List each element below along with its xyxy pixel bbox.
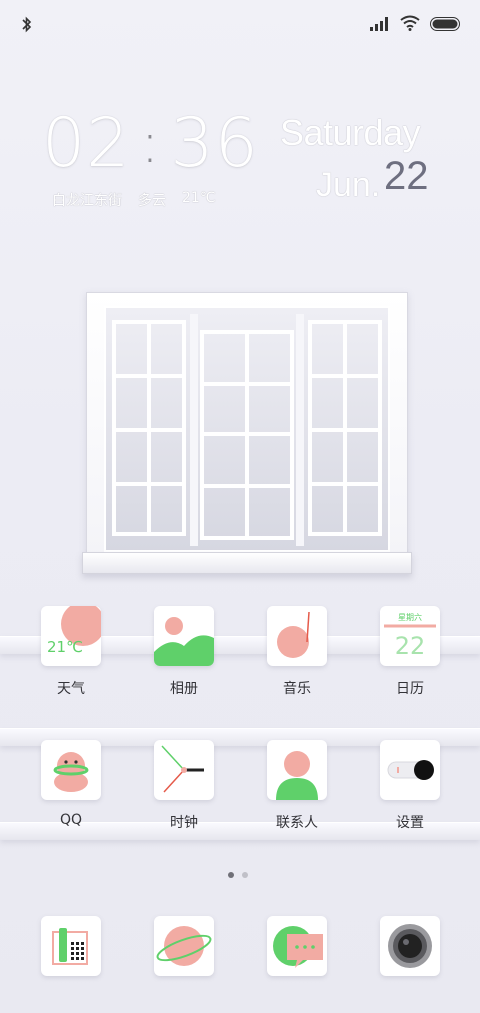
clock-colon: : <box>140 110 161 176</box>
contacts-icon[interactable] <box>267 740 327 800</box>
app-settings[interactable]: 设置 <box>370 740 450 832</box>
app-clock[interactable]: 时钟 <box>144 740 224 832</box>
page-indicator <box>228 872 248 878</box>
page-dot-2[interactable] <box>242 872 248 878</box>
app-label-qq: QQ <box>59 812 83 828</box>
location-text: 白龙江东街 <box>52 193 122 209</box>
window-sill <box>82 552 412 574</box>
clock-hours: 02 <box>42 103 131 183</box>
weather-text: 多云 <box>138 193 166 209</box>
app-label-contacts: 联系人 <box>276 815 318 831</box>
clock-time[interactable]: 02 : 36 <box>42 98 258 188</box>
app-label-settings: 设置 <box>396 815 424 831</box>
camera-icon[interactable] <box>380 916 440 976</box>
settings-icon[interactable] <box>380 740 440 800</box>
browser-icon[interactable] <box>154 916 214 976</box>
weather-icon-text: 21℃ <box>47 638 83 656</box>
app-label-weather: 天气 <box>57 681 85 697</box>
dock-messages[interactable] <box>257 916 337 976</box>
page-dot-1[interactable] <box>228 872 234 878</box>
music-icon[interactable] <box>267 606 327 666</box>
bluetooth-icon <box>20 14 36 36</box>
phone-icon[interactable] <box>41 916 101 976</box>
battery-icon <box>430 16 460 35</box>
weekday-text: Saturday <box>280 112 421 153</box>
gallery-icon[interactable] <box>154 606 214 666</box>
app-qq[interactable]: QQ <box>31 740 111 828</box>
day-number: 22 <box>384 154 429 198</box>
clock-minutes: 36 <box>170 103 259 183</box>
messages-icon[interactable] <box>267 916 327 976</box>
app-label-gallery: 相册 <box>170 681 198 697</box>
calendar-icon-day: 22 <box>395 632 426 660</box>
month-text: Jun. <box>316 166 381 204</box>
app-label-music: 音乐 <box>283 681 311 697</box>
wifi-icon <box>400 15 420 35</box>
app-music[interactable]: 音乐 <box>257 606 337 698</box>
temperature-text: 21℃ <box>182 190 216 206</box>
signal-icon <box>370 16 390 35</box>
app-gallery[interactable]: 相册 <box>144 606 224 698</box>
dock-camera[interactable] <box>370 916 450 976</box>
weather-line: 白龙江东街 多云 21℃ <box>52 190 216 210</box>
status-icons <box>370 14 460 36</box>
app-weather[interactable]: 21℃ 天气 <box>31 606 111 698</box>
app-contacts[interactable]: 联系人 <box>257 740 337 832</box>
window-image <box>104 306 390 552</box>
calendar-icon-header: 星期六 <box>398 612 422 622</box>
qq-icon[interactable] <box>41 740 101 800</box>
app-label-clock: 时钟 <box>170 815 198 831</box>
weather-icon[interactable]: 21℃ <box>41 606 101 666</box>
clock-icon[interactable] <box>154 740 214 800</box>
dock-phone[interactable] <box>31 916 111 976</box>
app-calendar[interactable]: 星期六 22 日历 <box>370 606 450 698</box>
dock-browser[interactable] <box>144 916 224 976</box>
app-label-calendar: 日历 <box>396 681 424 697</box>
calendar-icon[interactable]: 星期六 22 <box>380 606 440 666</box>
